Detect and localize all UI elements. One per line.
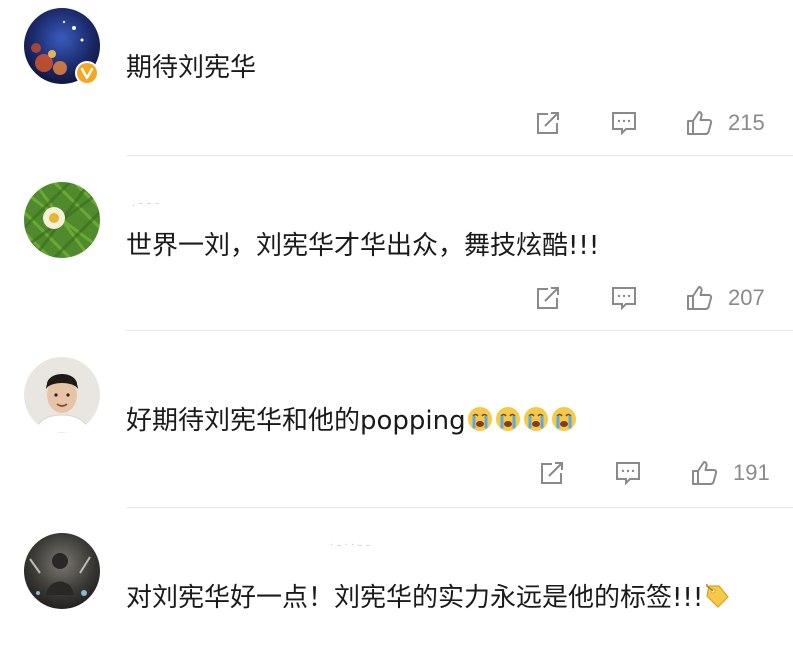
share-icon[interactable] [533,108,563,138]
comment-text-body: 好期待刘宪华和他的popping [126,406,466,436]
thumbs-up-icon[interactable] [684,108,714,138]
divider [126,507,793,508]
decorative-mark: . – – – [132,198,160,209]
avatar[interactable] [24,533,100,609]
thumbs-up-icon[interactable] [689,458,719,488]
divider [126,330,793,331]
comment-icon[interactable] [609,283,639,313]
thumbs-up-icon[interactable] [684,283,714,313]
avatar[interactable] [24,182,100,258]
young-man-avatar [24,357,100,433]
comment-actions: 191 [0,458,793,492]
avatar[interactable] [24,357,100,433]
divider [126,155,793,156]
comment-text: 期待刘宪华 [126,53,257,83]
share-icon[interactable] [533,283,563,313]
comment-icon[interactable] [609,108,639,138]
comment-icon[interactable] [613,458,643,488]
comment-text-body: 对刘宪华好一点！刘宪华的实力永远是他的标签!!! [126,583,704,613]
verified-badge-icon [74,60,100,86]
comment-text: 对刘宪华好一点！刘宪华的实力永远是他的标签!!! [126,578,746,618]
comment-actions: 207 [0,283,793,317]
crying-face-emoji [466,406,578,436]
decorative-mark: · – · · – – [330,540,371,551]
like-count: 215 [728,110,765,135]
comment-actions: 215 [0,108,793,142]
comment-text: 世界一刘，刘宪华才华出众，舞技炫酷!!! [126,231,600,261]
share-icon[interactable] [537,458,567,488]
label-tag-emoji [703,582,731,610]
like-count: 191 [733,460,770,485]
like-count: 207 [728,285,765,310]
comment-text: 好期待刘宪华和他的popping [126,401,578,441]
green-succulent-avatar [24,182,100,258]
dim-stage-avatar [24,533,100,609]
